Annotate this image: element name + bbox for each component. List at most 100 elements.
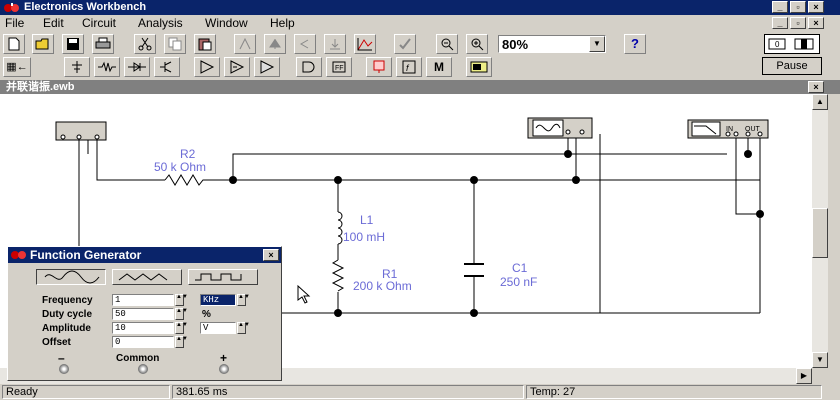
new-file-icon[interactable] (3, 34, 25, 54)
zoom-in-icon[interactable] (466, 34, 488, 54)
minus-terminal[interactable] (59, 364, 69, 374)
frequency-input[interactable]: 1 (112, 294, 174, 306)
doc-restore-button[interactable]: ▫ (790, 17, 806, 29)
document-title-bar: 并联谐振.ewb × (0, 80, 840, 94)
app-icon (11, 251, 26, 259)
frequency-unit-spinner[interactable]: ▲▼ (237, 294, 250, 306)
app-icon (4, 3, 19, 12)
sine-wave-button[interactable] (36, 269, 106, 285)
copy-icon[interactable] (164, 34, 186, 54)
menu-file[interactable]: File (5, 16, 24, 31)
help-button[interactable]: ? (624, 34, 646, 54)
offset-label: Offset (42, 337, 71, 348)
zoom-select[interactable]: 80% ▼ (498, 35, 606, 53)
chevron-down-icon[interactable]: ▼ (589, 36, 605, 52)
diodes-bin-icon[interactable] (124, 57, 150, 77)
menu-help[interactable]: Help (270, 16, 295, 31)
svg-text:f: f (406, 63, 410, 73)
square-wave-button[interactable] (188, 269, 258, 285)
mixed-ics-bin-icon[interactable] (224, 57, 250, 77)
duty-cycle-label: Duty cycle (42, 309, 93, 320)
common-label: Common (116, 353, 160, 364)
plus-terminal[interactable] (219, 364, 229, 374)
graph-icon[interactable] (354, 34, 376, 54)
digital-bin-icon[interactable]: FF (326, 57, 352, 77)
menu-window[interactable]: Window (205, 16, 248, 31)
amplitude-spinner[interactable]: ▲▼ (175, 322, 188, 334)
cut-icon[interactable] (134, 34, 156, 54)
save-disk-icon[interactable] (62, 34, 84, 54)
instruments-bin-icon[interactable] (466, 57, 492, 77)
pause-button[interactable]: Pause (762, 57, 822, 75)
zoom-out-icon[interactable] (436, 34, 458, 54)
flip-vertical-icon[interactable] (294, 34, 316, 54)
analog-ics-bin-icon[interactable] (194, 57, 220, 77)
duty-cycle-unit: % (202, 309, 211, 320)
vertical-scrollbar[interactable]: ▲ ▼ (812, 94, 828, 368)
triangle-wave-button[interactable] (112, 269, 182, 285)
svg-text:0: 0 (775, 40, 780, 49)
duty-cycle-input[interactable]: 50 (112, 308, 174, 320)
subcircuit-icon[interactable] (324, 34, 346, 54)
menu-circuit[interactable]: Circuit (82, 16, 116, 31)
document-close-button[interactable]: × (808, 81, 824, 93)
l1-value: 100 mH (343, 230, 385, 244)
minus-label: – (58, 351, 65, 365)
scroll-down-icon[interactable]: ▼ (812, 352, 828, 368)
status-temp: Temp: 27 (526, 385, 822, 399)
component-properties-icon[interactable] (394, 34, 416, 54)
amplitude-input[interactable]: 10 (112, 322, 174, 334)
amplitude-unit-input[interactable]: V (200, 322, 236, 334)
amplitude-label: Amplitude (42, 323, 91, 334)
status-time: 381.65 ms (172, 385, 524, 399)
menu-analysis[interactable]: Analysis (138, 16, 183, 31)
indicators-bin-icon[interactable] (366, 57, 392, 77)
frequency-spinner[interactable]: ▲▼ (175, 294, 188, 306)
l1-name: L1 (360, 213, 374, 227)
r1-value: 200 k Ohm (353, 279, 412, 293)
menu-edit[interactable]: Edit (43, 16, 64, 31)
open-folder-icon[interactable] (32, 34, 54, 54)
logic-gates-bin-icon[interactable] (296, 57, 322, 77)
frequency-unit-input[interactable]: KHz (200, 294, 236, 306)
rotate-icon[interactable] (234, 34, 256, 54)
sources-bin-icon[interactable] (64, 57, 90, 77)
title-bar: Electronics Workbench _ ▫ × (0, 0, 840, 15)
common-terminal[interactable] (138, 364, 148, 374)
print-icon[interactable] (92, 34, 114, 54)
controls-bin-icon[interactable]: f (396, 57, 422, 77)
scroll-thumb[interactable] (812, 208, 828, 258)
document-title: 并联谐振.ewb (6, 81, 75, 93)
digital-ics-bin-icon[interactable] (254, 57, 280, 77)
minimize-button[interactable]: _ (772, 1, 788, 13)
window-title: Electronics Workbench (24, 1, 147, 13)
svg-text:FF: FF (335, 65, 344, 72)
frequency-label: Frequency (42, 295, 93, 306)
maximize-button[interactable]: ▫ (790, 1, 806, 13)
paste-icon[interactable] (194, 34, 216, 54)
bode-out-label: OUT (745, 126, 761, 133)
doc-minimize-button[interactable]: _ (772, 17, 788, 29)
function-generator-title-bar[interactable]: Function Generator × (8, 247, 281, 263)
offset-input[interactable]: 0 (112, 336, 174, 348)
zoom-value: 80% (502, 37, 529, 52)
transistors-bin-icon[interactable] (154, 57, 180, 77)
function-generator-close-button[interactable]: × (263, 249, 279, 261)
r2-name: R2 (180, 147, 196, 161)
scroll-right-icon[interactable]: ▶ (796, 368, 812, 384)
parts-bin-toggle-icon[interactable]: ▦← (3, 57, 31, 77)
duty-cycle-spinner[interactable]: ▲▼ (175, 308, 188, 320)
miscellaneous-bin-icon[interactable]: M (426, 57, 452, 77)
r2-value: 50 k Ohm (154, 160, 206, 174)
close-button[interactable]: × (808, 1, 824, 13)
bode-in-label: IN (726, 126, 733, 133)
power-switch[interactable]: 0 (764, 34, 820, 54)
offset-spinner[interactable]: ▲▼ (175, 336, 188, 348)
amplitude-unit-spinner[interactable]: ▲▼ (237, 322, 250, 334)
doc-close-button[interactable]: × (808, 17, 824, 29)
scroll-up-icon[interactable]: ▲ (812, 94, 828, 110)
flip-horizontal-icon[interactable] (264, 34, 286, 54)
status-ready: Ready (2, 385, 170, 399)
basic-bin-icon[interactable] (94, 57, 120, 77)
menu-bar (0, 15, 840, 32)
